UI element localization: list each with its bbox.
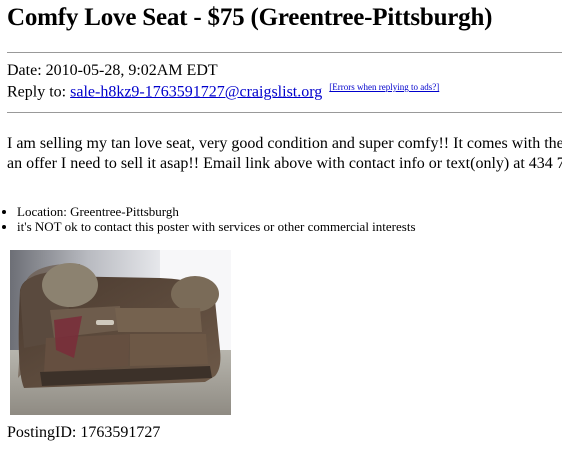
posting-date: Date: 2010-05-28, 9:02AM EDT (7, 62, 218, 80)
posting-body: I am selling my tan love seat, very good… (7, 134, 562, 174)
location-attribute: Location: Greentree-Pittsburgh (17, 204, 416, 219)
body-line: I am selling my tan love seat, very good… (7, 135, 562, 152)
reply-email-link[interactable]: sale-h8kz9-1763591727@craigslist.org (70, 83, 322, 100)
top-divider (7, 52, 562, 53)
date-label: Date: (7, 62, 42, 79)
posting-title: Comfy Love Seat - $75 (Greentree-Pittsbu… (7, 4, 493, 31)
loveseat-photo[interactable] (10, 250, 231, 415)
date-value: 2010-05-28, 9:02AM EDT (45, 62, 218, 79)
loveseat-image (10, 250, 231, 415)
header-divider (7, 112, 562, 113)
posting-id: PostingID: 1763591727 (7, 424, 161, 441)
errors-help-link[interactable]: [Errors when replying to ads?] (329, 82, 439, 92)
reply-to: Reply to: sale-h8kz9-1763591727@craigsli… (7, 82, 439, 101)
contact-policy-attribute: it's NOT ok to contact this poster with … (17, 219, 416, 234)
posting-attributes: Location: Greentree-Pittsburgh it's NOT … (0, 204, 416, 234)
body-line: an offer I need to sell it asap!! Email … (7, 155, 562, 172)
reply-label: Reply to: (7, 83, 67, 101)
